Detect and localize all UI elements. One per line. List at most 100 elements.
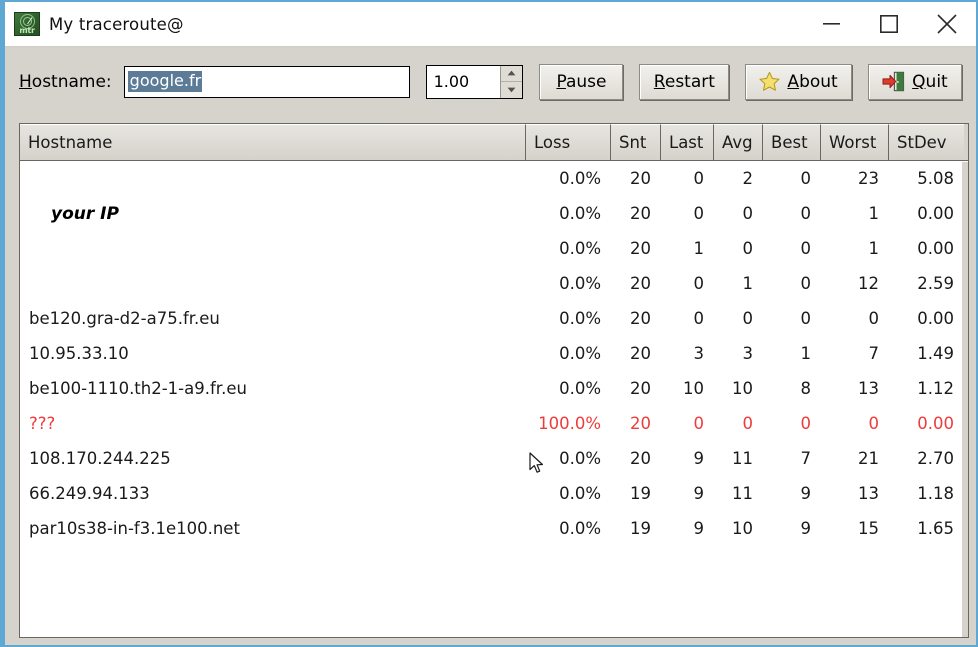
cell-hostname: par10s38-in-f3.1e100.net bbox=[29, 519, 240, 538]
cell-hostname: 10.95.33.10 bbox=[29, 344, 129, 363]
cell-last: 3 bbox=[693, 344, 705, 363]
restart-button[interactable]: Restart bbox=[639, 63, 730, 100]
cell-snt: 20 bbox=[630, 379, 651, 398]
close-icon bbox=[937, 14, 957, 34]
table-row[interactable]: 0.0% 20 0 2 0 23 5.08 bbox=[20, 161, 968, 196]
cell-snt: 19 bbox=[630, 519, 651, 538]
window-controls bbox=[802, 2, 976, 46]
table-header-row: Hostname Loss Snt Last Avg Best Worst St… bbox=[20, 124, 968, 161]
cell-loss: 100.0% bbox=[538, 414, 601, 433]
table-row[interactable]: 66.249.94.133 0.0% 19 9 11 9 13 1.18 bbox=[20, 476, 968, 511]
table-vertical-scrollbar[interactable] bbox=[962, 162, 968, 637]
interval-value[interactable]: 1.00 bbox=[427, 66, 501, 98]
table-row[interactable]: be120.gra-d2-a75.fr.eu 0.0% 20 0 0 0 0 0.00 bbox=[20, 301, 968, 336]
hostname-label-rest: ostname: bbox=[31, 71, 112, 92]
table-row[interactable]: your IP 0.0% 20 0 0 0 1 0.00 bbox=[20, 196, 968, 231]
cell-snt: 20 bbox=[630, 344, 651, 363]
cell-hostname: 66.249.94.133 bbox=[29, 484, 150, 503]
minimize-button[interactable] bbox=[802, 2, 860, 47]
cell-stdev: 1.12 bbox=[917, 379, 954, 398]
cell-hostname: ??? bbox=[29, 414, 56, 433]
cell-avg: 2 bbox=[742, 169, 754, 188]
cell-snt: 20 bbox=[630, 309, 651, 328]
cell-snt: 20 bbox=[630, 204, 651, 223]
cell-avg: 1 bbox=[742, 274, 754, 293]
cell-last: 10 bbox=[683, 379, 704, 398]
cell-best: 7 bbox=[800, 449, 812, 468]
cell-stdev: 2.70 bbox=[917, 449, 954, 468]
column-header-stdev[interactable]: StDev bbox=[889, 124, 964, 160]
interval-decrement-button[interactable] bbox=[501, 82, 523, 98]
cell-stdev: 2.59 bbox=[917, 274, 954, 293]
close-button[interactable] bbox=[918, 2, 976, 47]
maximize-button[interactable] bbox=[860, 2, 918, 47]
quit-button[interactable]: Quit bbox=[867, 63, 963, 100]
host-annotation: your IP bbox=[51, 203, 119, 224]
interval-increment-button[interactable] bbox=[501, 65, 523, 82]
table-row[interactable]: ??? 100.0% 20 0 0 0 0 0.00 bbox=[20, 406, 968, 441]
column-header-worst[interactable]: Worst bbox=[821, 124, 889, 160]
table-row[interactable]: 0.0% 20 1 0 0 1 0.00 bbox=[20, 231, 968, 266]
cell-stdev: 5.08 bbox=[917, 169, 954, 188]
cell-best: 0 bbox=[800, 414, 812, 433]
cell-worst: 15 bbox=[858, 519, 879, 538]
cell-best: 9 bbox=[800, 519, 812, 538]
cell-snt: 19 bbox=[630, 484, 651, 503]
cell-avg: 0 bbox=[742, 204, 754, 223]
about-label: bout bbox=[799, 71, 838, 92]
interval-spin-buttons[interactable] bbox=[500, 65, 523, 98]
cell-worst: 13 bbox=[858, 379, 879, 398]
cell-best: 0 bbox=[800, 309, 812, 328]
cell-last: 9 bbox=[693, 449, 705, 468]
column-header-last[interactable]: Last bbox=[661, 124, 714, 160]
table-row[interactable]: 10.95.33.10 0.0% 20 3 3 1 7 1.49 bbox=[20, 336, 968, 371]
cell-worst: 0 bbox=[868, 309, 880, 328]
cell-last: 1 bbox=[693, 239, 705, 258]
restart-label: estart bbox=[664, 71, 715, 92]
cell-worst: 13 bbox=[858, 484, 879, 503]
cell-snt: 20 bbox=[630, 274, 651, 293]
cell-worst: 21 bbox=[858, 449, 879, 468]
hostname-input[interactable]: google.fr bbox=[123, 65, 410, 98]
star-icon bbox=[759, 71, 780, 91]
cell-loss: 0.0% bbox=[559, 169, 601, 188]
cell-loss: 0.0% bbox=[559, 239, 601, 258]
column-header-snt[interactable]: Snt bbox=[611, 124, 661, 160]
cell-loss: 0.0% bbox=[559, 344, 601, 363]
cell-hostname: 108.170.244.225 bbox=[29, 449, 171, 468]
mtr-window: mtr My traceroute@ Hostname: google.fr 1… bbox=[0, 0, 978, 647]
table-row[interactable]: 0.0% 20 0 1 0 12 2.59 bbox=[20, 266, 968, 301]
column-header-avg[interactable]: Avg bbox=[714, 124, 763, 160]
column-header-best[interactable]: Best bbox=[763, 124, 821, 160]
cell-worst: 7 bbox=[868, 344, 880, 363]
cell-stdev: 0.00 bbox=[917, 309, 954, 328]
cell-avg: 11 bbox=[732, 449, 753, 468]
about-button[interactable]: About bbox=[745, 63, 852, 100]
cell-avg: 3 bbox=[742, 344, 754, 363]
hostname-label: Hostname: bbox=[19, 72, 112, 92]
traceroute-table: Hostname Loss Snt Last Avg Best Worst St… bbox=[19, 123, 969, 638]
quit-accel: Q bbox=[912, 71, 926, 92]
cell-loss: 0.0% bbox=[559, 519, 601, 538]
interval-stepper[interactable]: 1.00 bbox=[425, 64, 524, 99]
cell-snt: 20 bbox=[630, 414, 651, 433]
table-row[interactable]: be100-1110.th2-1-a9.fr.eu 0.0% 20 10 10 8 13 1.… bbox=[20, 371, 968, 406]
cell-last: 0 bbox=[693, 169, 705, 188]
cell-best: 8 bbox=[800, 379, 812, 398]
table-row[interactable]: 108.170.244.225 0.0% 20 9 11 7 21 2.70 bbox=[20, 441, 968, 476]
hostname-label-accel: H bbox=[19, 71, 32, 92]
cell-avg: 11 bbox=[732, 484, 753, 503]
cell-worst: 1 bbox=[868, 204, 880, 223]
cell-last: 0 bbox=[693, 414, 705, 433]
cell-worst: 12 bbox=[858, 274, 879, 293]
cell-stdev: 0.00 bbox=[917, 239, 954, 258]
cell-snt: 20 bbox=[630, 449, 651, 468]
column-header-hostname[interactable]: Hostname bbox=[20, 124, 526, 160]
hostname-input-value: google.fr bbox=[127, 70, 203, 93]
pause-button[interactable]: Pause bbox=[539, 63, 624, 100]
cell-best: 0 bbox=[800, 239, 812, 258]
table-row[interactable]: par10s38-in-f3.1e100.net 0.0% 19 9 10 9 15 1.65 bbox=[20, 511, 968, 546]
column-header-loss[interactable]: Loss bbox=[526, 124, 611, 160]
cell-last: 9 bbox=[693, 484, 705, 503]
cell-snt: 20 bbox=[630, 239, 651, 258]
